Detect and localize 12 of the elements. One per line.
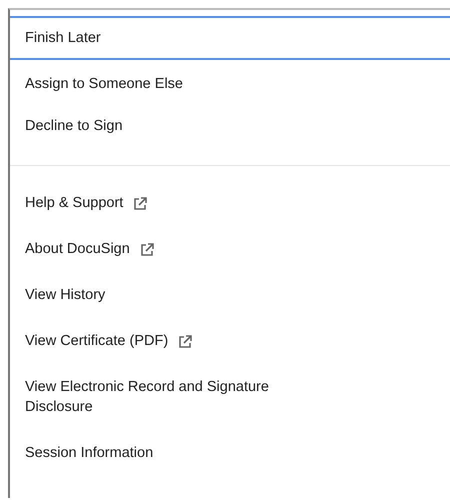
- menu-item[interactable]: View Electronic Record and Signature Disclosure: [10, 364, 340, 430]
- menu-item[interactable]: Session Information: [10, 430, 340, 476]
- menu-item[interactable]: Finish Later: [10, 16, 450, 60]
- menu-item[interactable]: View Certificate (PDF): [10, 318, 340, 364]
- external-link-icon: [133, 196, 148, 210]
- menu-item[interactable]: About DocuSign: [10, 226, 340, 272]
- menu-item[interactable]: Help & Support: [10, 180, 340, 226]
- external-link-icon: [178, 334, 194, 348]
- external-link-icon: [140, 242, 155, 256]
- menu-item[interactable]: Decline to Sign: [10, 105, 450, 147]
- menu-item[interactable]: View History: [10, 272, 340, 318]
- menu-item[interactable]: Assign to Someone Else: [10, 63, 450, 105]
